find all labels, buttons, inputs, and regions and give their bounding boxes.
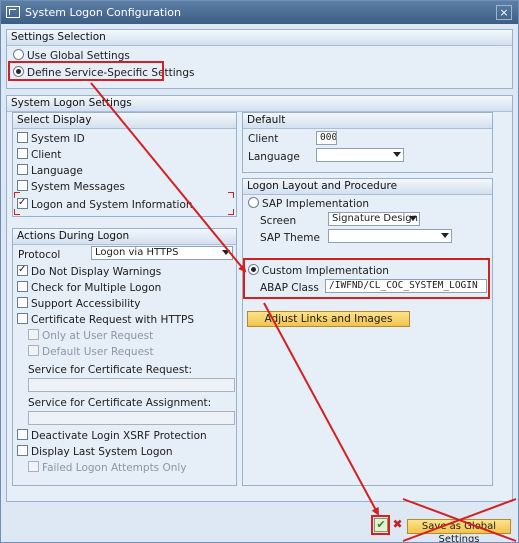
checkbox-icon: [17, 313, 28, 324]
sap-theme-label: SAP Theme: [260, 232, 320, 244]
cancel-x-button[interactable]: ✖: [391, 518, 404, 532]
chevron-down-icon: [393, 152, 401, 157]
display-last-logon-checkbox[interactable]: Display Last System Logon: [17, 445, 173, 459]
checkbox-icon: [17, 281, 28, 292]
check-multiple-logon-checkbox[interactable]: Check for Multiple Logon: [17, 281, 161, 295]
default-panel: Default Client 000 Language: [242, 112, 493, 173]
service-cert-request-input[interactable]: [28, 378, 235, 392]
select-display-heading: Select Display: [13, 113, 236, 129]
client-checkbox[interactable]: Client: [17, 148, 61, 162]
checkbox-icon: [17, 164, 28, 175]
display-last-logon-label: Display Last System Logon: [31, 446, 173, 458]
logon-system-info-label: Logon and System Information: [31, 199, 193, 211]
chevron-down-icon: [409, 216, 417, 221]
default-client-input[interactable]: 000: [316, 131, 337, 145]
checkbox-icon: [17, 148, 28, 159]
checkbox-icon: [17, 180, 28, 191]
deactivate-xsrf-label: Deactivate Login XSRF Protection: [31, 430, 207, 442]
highlight-box-custom-implementation: [243, 258, 490, 299]
highlight-box-define-specific: [8, 61, 164, 81]
save-global-settings-button[interactable]: Save as Global Settings: [407, 519, 511, 542]
support-accessibility-label: Support Accessibility: [31, 298, 141, 310]
checkbox-checked-icon: [17, 263, 28, 277]
bracket-bottom-left: [14, 209, 20, 215]
only-at-user-request-checkbox[interactable]: Only at User Request: [28, 329, 153, 343]
select-display-panel: Select Display System ID Client Language…: [12, 112, 237, 217]
deactivate-xsrf-checkbox[interactable]: Deactivate Login XSRF Protection: [17, 429, 207, 443]
checkbox-icon: [17, 445, 28, 456]
default-user-request-checkbox[interactable]: Default User Request: [28, 345, 154, 359]
failed-attempts-only-label: Failed Logon Attempts Only: [42, 462, 187, 474]
system-id-label: System ID: [31, 133, 85, 145]
checkbox-checked-icon: [17, 196, 28, 210]
system-logon-settings-heading: System Logon Settings: [7, 96, 512, 112]
sap-theme-dropdown[interactable]: [328, 229, 452, 243]
default-user-request-label: Default User Request: [42, 346, 154, 358]
bracket-top-right: [228, 192, 234, 198]
window-title: System Logon Configuration: [25, 6, 181, 19]
failed-attempts-only-checkbox[interactable]: Failed Logon Attempts Only: [28, 461, 187, 475]
checkbox-disabled-icon: [28, 329, 39, 340]
screen-label: Screen: [260, 215, 297, 227]
title-bar: System Logon Configuration ×: [1, 1, 518, 24]
do-not-display-warnings-label: Do Not Display Warnings: [31, 266, 162, 278]
checkbox-disabled-icon: [28, 345, 39, 356]
bracket-bottom-right: [228, 209, 234, 215]
default-heading: Default: [243, 113, 492, 129]
only-at-user-request-label: Only at User Request: [42, 330, 154, 342]
actions-during-logon-panel: Actions During Logon Protocol Logon via …: [12, 228, 237, 486]
client-label: Client: [31, 149, 62, 161]
service-cert-assignment-input[interactable]: [28, 411, 235, 425]
protocol-value: Logon via HTTPS: [95, 247, 179, 258]
protocol-label: Protocol: [18, 249, 61, 261]
check-multiple-logon-label: Check for Multiple Logon: [31, 282, 162, 294]
logon-system-info-checkbox[interactable]: Logon and System Information: [17, 196, 193, 212]
certificate-request-checkbox[interactable]: Certificate Request with HTTPS: [17, 313, 194, 327]
screen-value: Signature Design: [332, 213, 418, 224]
logon-layout-panel: Logon Layout and Procedure SAP Implement…: [242, 178, 493, 486]
checkbox-icon: [17, 132, 28, 143]
sap-implementation-label: SAP Implementation: [262, 198, 370, 210]
close-icon[interactable]: ×: [496, 5, 512, 20]
adjust-links-images-button[interactable]: Adjust Links and Images: [247, 311, 410, 327]
checkbox-icon: [17, 297, 28, 308]
bracket-top-left: [14, 192, 20, 198]
service-cert-request-label: Service for Certificate Request:: [28, 364, 192, 376]
language-checkbox[interactable]: Language: [17, 164, 83, 178]
chevron-down-icon: [222, 250, 230, 255]
screen-dropdown[interactable]: Signature Design: [328, 212, 420, 226]
default-language-dropdown[interactable]: [316, 148, 404, 162]
chevron-down-icon: [441, 233, 449, 238]
settings-selection-heading: Settings Selection: [7, 30, 512, 46]
sap-implementation-radio[interactable]: SAP Implementation: [248, 197, 369, 211]
system-messages-checkbox[interactable]: System Messages: [17, 180, 125, 194]
checkbox-icon: [17, 429, 28, 440]
do-not-display-warnings-checkbox[interactable]: Do Not Display Warnings: [17, 263, 162, 279]
system-id-checkbox[interactable]: System ID: [17, 132, 85, 146]
certificate-request-label: Certificate Request with HTTPS: [31, 314, 195, 326]
highlight-box-ok: [371, 515, 390, 535]
app-window-icon: [6, 6, 20, 18]
language-label: Language: [31, 165, 83, 177]
checkbox-disabled-icon: [28, 461, 39, 472]
service-cert-assignment-label: Service for Certificate Assignment:: [28, 397, 212, 409]
radio-icon: [13, 49, 24, 60]
actions-heading: Actions During Logon: [13, 229, 236, 245]
default-language-label: Language: [248, 151, 300, 163]
protocol-dropdown[interactable]: Logon via HTTPS: [91, 246, 233, 260]
system-messages-label: System Messages: [31, 181, 125, 193]
logon-layout-heading: Logon Layout and Procedure: [243, 179, 492, 195]
default-client-label: Client: [248, 133, 279, 145]
dialog-window: System Logon Configuration × Settings Se…: [0, 0, 519, 543]
support-accessibility-checkbox[interactable]: Support Accessibility: [17, 297, 140, 311]
radio-icon: [248, 197, 259, 208]
